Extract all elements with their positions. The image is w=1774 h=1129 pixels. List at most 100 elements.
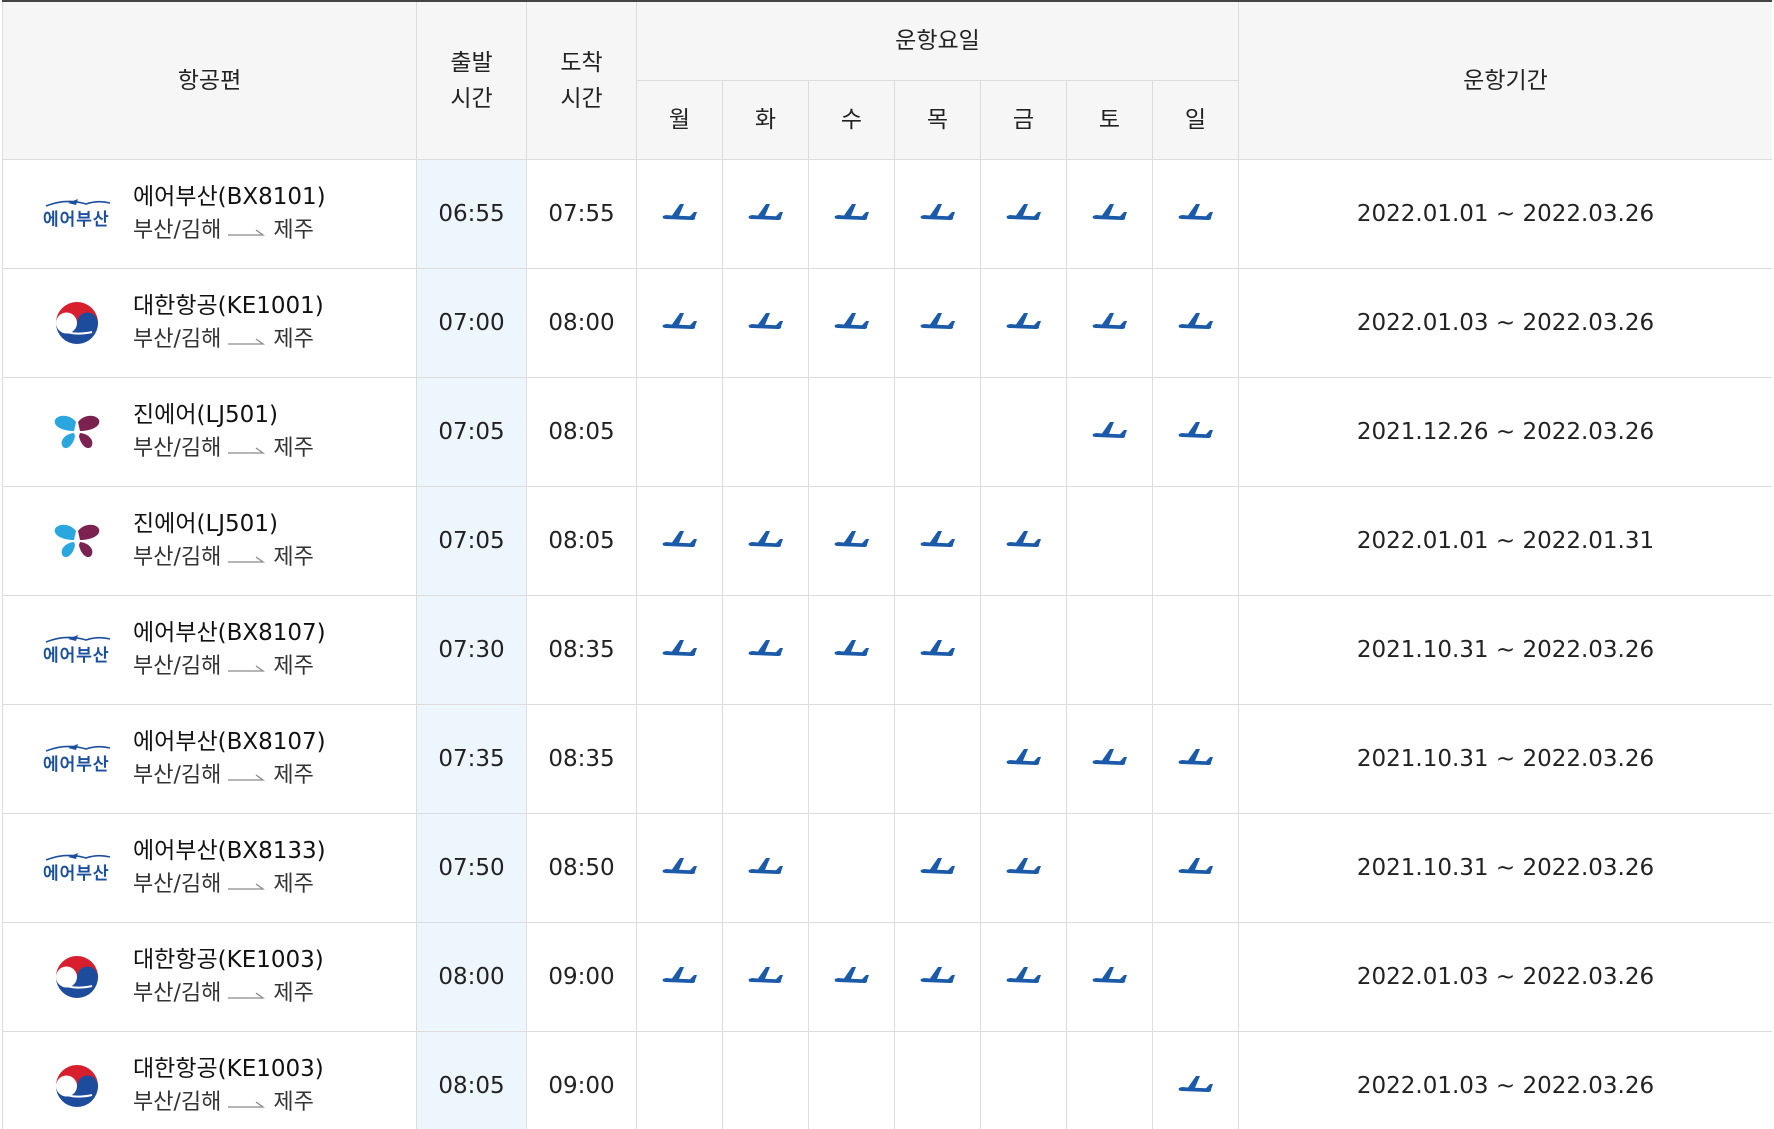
airplane-icon (832, 200, 872, 228)
arrival-time: 08:00 (526, 268, 637, 378)
arrival-time: 08:35 (526, 595, 637, 705)
operating-period: 2021.10.31 ~ 2022.03.26 (1238, 704, 1772, 814)
airplane-icon (660, 636, 700, 664)
operating-period: 2022.01.01 ~ 2022.01.31 (1238, 486, 1772, 596)
day-sun (1152, 813, 1239, 923)
departure-time: 08:05 (416, 1031, 527, 1129)
flight-name: 에어부산(BX8107) (133, 729, 326, 755)
airplane-icon (1090, 200, 1130, 228)
route-from: 부산/김해 (133, 981, 222, 1006)
table-row: 진에어(LJ501) 부산/김해 제주 07:05 08:05 2022.01.… (2, 486, 1772, 596)
table-row: 대한항공(KE1001) 부산/김해 제주 07:00 08:00 2022.0… (2, 268, 1772, 378)
operating-period: 2022.01.03 ~ 2022.03.26 (1238, 922, 1772, 1032)
header-arrival-line1: 도착 (560, 49, 603, 76)
arrival-time: 09:00 (526, 1031, 637, 1129)
header-day-fri: 금 (980, 80, 1067, 160)
route-from: 부산/김해 (133, 763, 222, 788)
table-row: 대한항공(KE1003) 부산/김해 제주 08:05 09:00 2022.0… (2, 1031, 1772, 1129)
airplane-icon (660, 963, 700, 991)
header-flight: 항공편 (2, 0, 417, 160)
day-sun (1152, 922, 1239, 1032)
day-thu (894, 377, 981, 487)
day-tue (722, 704, 809, 814)
timetable-frame: 항공편 출발 시간 도착 시간 운항요일 운항기간 월 화 수 목 금 토 일 … (2, 0, 1772, 1129)
airplane-icon (918, 963, 958, 991)
airplane-icon (1090, 963, 1130, 991)
day-wed (808, 704, 895, 814)
airplane-icon (1004, 200, 1044, 228)
airplane-icon (1090, 745, 1130, 773)
header-departure: 출발 시간 (416, 0, 527, 160)
table-row: 에어부산 에어부산(BX8101) 부산/김해 제주 06:55 07:55 2… (2, 159, 1772, 269)
day-tue (722, 813, 809, 923)
flight-name: 에어부산(BX8101) (133, 184, 326, 210)
route-arrow-icon (228, 214, 266, 248)
departure-time: 06:55 (416, 159, 527, 269)
route-from: 부산/김해 (133, 545, 222, 570)
flight-cell: 에어부산 에어부산(BX8107) 부산/김해 제주 (2, 704, 417, 814)
flight-name: 에어부산(BX8107) (133, 620, 326, 646)
flight-name: 대한항공(KE1001) (133, 293, 324, 319)
route: 부산/김해 제주 (133, 650, 326, 684)
day-thu (894, 159, 981, 269)
day-fri (980, 595, 1067, 705)
route-to: 제주 (273, 654, 314, 679)
day-wed (808, 1031, 895, 1129)
flight-cell: 에어부산 에어부산(BX8107) 부산/김해 제주 (2, 595, 417, 705)
route-arrow-icon (228, 541, 266, 575)
airplane-icon (746, 200, 786, 228)
table-row: 에어부산 에어부산(BX8107) 부산/김해 제주 07:30 08:35 2… (2, 595, 1772, 705)
day-sat (1066, 268, 1153, 378)
day-fri (980, 704, 1067, 814)
route: 부산/김해 제주 (133, 868, 326, 902)
day-thu (894, 486, 981, 596)
route-arrow-icon (228, 323, 266, 357)
airbusan-logo: 에어부산 (33, 633, 121, 667)
flight-cell: 진에어(LJ501) 부산/김해 제주 (2, 377, 417, 487)
day-sun (1152, 159, 1239, 269)
arrival-time: 08:50 (526, 813, 637, 923)
day-wed (808, 377, 895, 487)
header-arrival: 도착 시간 (526, 0, 637, 160)
day-thu (894, 922, 981, 1032)
flight-cell: 에어부산 에어부산(BX8133) 부산/김해 제주 (2, 813, 417, 923)
operating-period: 2022.01.01 ~ 2022.03.26 (1238, 159, 1772, 269)
airplane-icon (746, 309, 786, 337)
day-sun (1152, 377, 1239, 487)
day-tue (722, 922, 809, 1032)
day-tue (722, 268, 809, 378)
airplane-icon (1176, 309, 1216, 337)
route-arrow-icon (228, 650, 266, 684)
departure-time: 07:00 (416, 268, 527, 378)
table-row: 에어부산 에어부산(BX8107) 부산/김해 제주 07:35 08:35 2… (2, 704, 1772, 814)
flight-cell: 대한항공(KE1003) 부산/김해 제주 (2, 1031, 417, 1129)
day-thu (894, 813, 981, 923)
day-mon (636, 595, 723, 705)
airplane-icon (660, 854, 700, 882)
flight-name: 에어부산(BX8133) (133, 838, 326, 864)
departure-time: 07:50 (416, 813, 527, 923)
route: 부산/김해 제주 (133, 432, 314, 466)
route-to: 제주 (273, 436, 314, 461)
route-to: 제주 (273, 763, 314, 788)
flight-name: 대한항공(KE1003) (133, 947, 324, 973)
day-sun (1152, 1031, 1239, 1129)
airplane-icon (918, 854, 958, 882)
airplane-icon (1004, 745, 1044, 773)
day-mon (636, 486, 723, 596)
flight-name: 대한항공(KE1003) (133, 1056, 324, 1082)
day-sun (1152, 486, 1239, 596)
airplane-icon (746, 854, 786, 882)
day-sun (1152, 704, 1239, 814)
airplane-icon (832, 963, 872, 991)
airplane-icon (1004, 309, 1044, 337)
route-arrow-icon (228, 868, 266, 902)
airplane-icon (1090, 418, 1130, 446)
arrival-time: 08:35 (526, 704, 637, 814)
airplane-icon (832, 527, 872, 555)
departure-time: 07:05 (416, 377, 527, 487)
day-sat (1066, 486, 1153, 596)
day-tue (722, 377, 809, 487)
flight-timetable: 항공편 출발 시간 도착 시간 운항요일 운항기간 월 화 수 목 금 토 일 … (2, 0, 1772, 1129)
route-from: 부산/김해 (133, 436, 222, 461)
